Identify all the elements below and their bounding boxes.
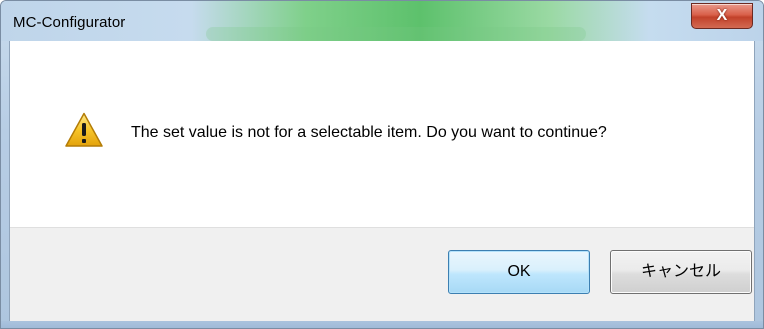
close-button[interactable]: X [691, 3, 753, 29]
dialog-message: The set value is not for a selectable it… [131, 124, 607, 141]
window-bottom-frame [1, 321, 763, 328]
title-bar[interactable]: MC-Configurator X [1, 1, 763, 41]
window-title: MC-Configurator [13, 14, 126, 31]
dialog-window: MC-Configurator X The set value is not f… [0, 0, 764, 329]
warning-icon [65, 112, 103, 147]
cancel-button[interactable]: キャンセル [610, 250, 752, 294]
close-icon: X [716, 7, 728, 24]
button-bar: OK キャンセル [10, 227, 754, 321]
dialog-content: The set value is not for a selectable it… [9, 41, 755, 321]
title-bar-glow [206, 27, 586, 41]
ok-button[interactable]: OK [448, 250, 590, 294]
message-area: The set value is not for a selectable it… [10, 41, 754, 227]
